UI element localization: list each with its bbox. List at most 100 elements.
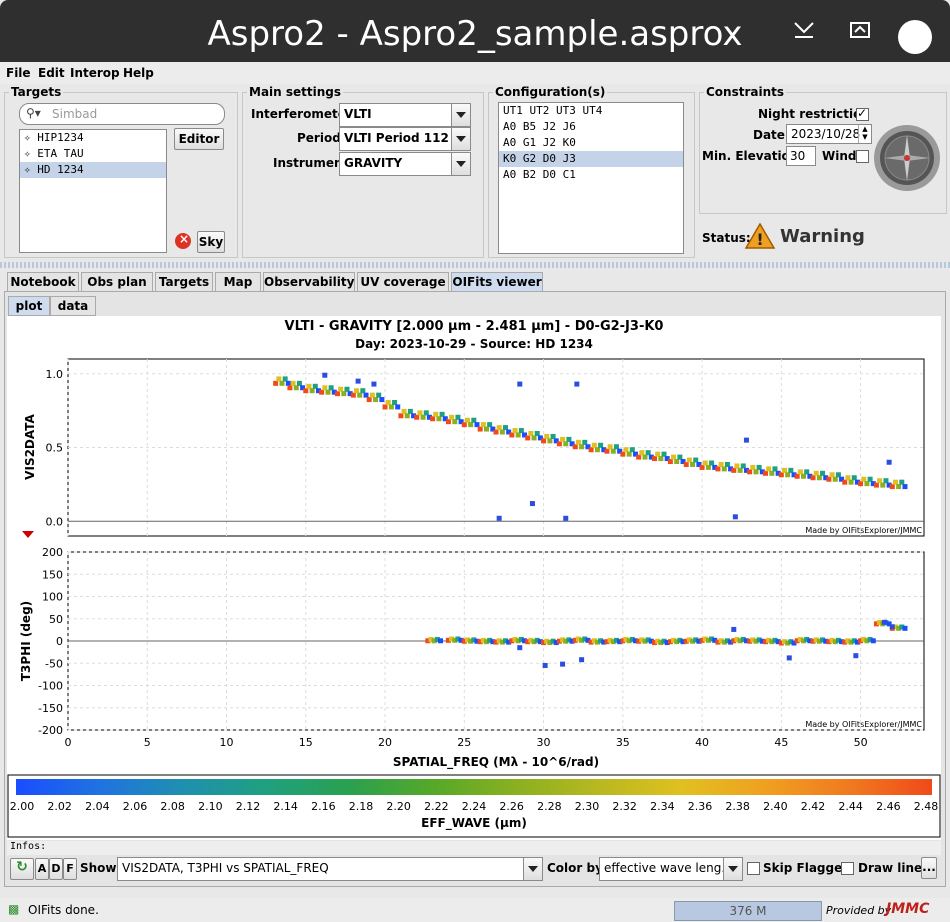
refresh-button[interactable]: ↻ <box>10 858 34 880</box>
chart-subtitle: Day: 2023-10-29 - Source: HD 1234 <box>355 337 593 351</box>
configurations-title: Configuration(s) <box>493 85 608 99</box>
infos-bar: Infos: <box>7 841 941 855</box>
more-options-button[interactable]: ... <box>921 857 937 879</box>
f-button[interactable]: F <box>63 858 77 880</box>
period-select[interactable]: VLTI Period 112 <box>339 127 471 151</box>
main-settings-group: Main settings Interferometer VLTI Period… <box>242 85 484 258</box>
refresh-icon: ↻ <box>16 859 28 875</box>
color-by-value: effective wave leng... <box>604 861 733 875</box>
tab-uv-coverage[interactable]: UV coverage <box>357 272 449 292</box>
list-item[interactable]: UT1 UT2 UT3 UT4 <box>499 103 683 119</box>
show-select[interactable]: VIS2DATA, T3PHI vs SPATIAL_FREQ <box>117 857 543 881</box>
main-settings-title: Main settings <box>247 85 344 99</box>
skip-flagged-label: Skip Flagged <box>763 861 851 875</box>
period-label: Period <box>297 131 341 145</box>
memory-indicator[interactable]: 376 M <box>674 901 822 921</box>
target-name: HIP1234 <box>37 131 84 144</box>
status-icon: ▩ <box>8 902 20 916</box>
instrument-select[interactable]: GRAVITY <box>339 152 471 176</box>
night-restriction-checkbox[interactable]: ✓ <box>856 106 869 121</box>
plot-area: VLTI - GRAVITY [2.000 µm - 2.481 µm] - D… <box>7 316 941 840</box>
spinner-arrows-icon[interactable]: ▲ ▼ <box>858 125 871 143</box>
targets-group: Targets ⚲▾ Simbad ✧ HIP1234 ✧ ETA TAU ✧ … <box>4 85 238 258</box>
date-spinner[interactable]: 2023/10/28 ▲ ▼ <box>786 124 872 144</box>
period-value: VLTI Period 112 <box>344 131 449 145</box>
compass-icon[interactable] <box>872 123 942 193</box>
chart-title: VLTI - GRAVITY [2.000 µm - 2.481 µm] - D… <box>284 319 664 334</box>
min-elevation-value: 30 <box>790 149 806 163</box>
search-icon: ⚲▾ <box>26 106 41 120</box>
configurations-list[interactable]: UT1 UT2 UT3 UT4 A0 B5 J2 J6 A0 G1 J2 K0 … <box>498 102 684 254</box>
tab-notebook[interactable]: Notebook <box>7 272 79 292</box>
skip-flagged-checkbox[interactable] <box>747 862 760 875</box>
list-item[interactable]: ✧ ETA TAU <box>20 146 166 162</box>
jmmc-logo: JMMC <box>886 901 930 917</box>
status-message: OIFits done. <box>28 903 99 917</box>
list-item[interactable]: ✧ HD 1234 <box>20 162 166 178</box>
instrument-value: GRAVITY <box>344 156 403 170</box>
target-name: ETA TAU <box>37 147 84 160</box>
warning-icon: ! <box>744 222 776 250</box>
show-value: VIS2DATA, T3PHI vs SPATIAL_FREQ <box>122 861 329 875</box>
split-divider[interactable] <box>0 262 950 268</box>
list-item[interactable]: K0 G2 D0 J3 <box>499 151 683 167</box>
interferometer-select[interactable]: VLTI <box>339 103 471 127</box>
night-restriction-label: Night restriction <box>758 107 870 121</box>
wind-checkbox[interactable] <box>856 150 869 163</box>
constraints-group: Constraints Night restriction ✓ Date 202… <box>699 85 947 214</box>
chevron-down-icon <box>451 128 470 150</box>
wind-label: Wind <box>822 149 857 163</box>
subtab-plot[interactable]: plot <box>8 296 50 316</box>
interferometer-value: VLTI <box>344 107 372 121</box>
chevron-down-icon <box>451 153 470 175</box>
draw-lines-checkbox[interactable] <box>841 862 854 875</box>
list-item[interactable]: A0 G1 J2 K0 <box>499 135 683 151</box>
show-label: Show: <box>80 861 122 875</box>
remove-target-icon[interactable]: × <box>175 232 191 249</box>
color-by-select[interactable]: effective wave leng... <box>599 857 743 881</box>
targets-list[interactable]: ✧ HIP1234 ✧ ETA TAU ✧ HD 1234 <box>19 129 167 253</box>
restore-icon[interactable] <box>848 20 872 45</box>
subtab-data[interactable]: data <box>50 296 96 316</box>
window-titlebar: Aspro2 - Aspro2_sample.asprox <box>0 0 950 62</box>
menu-file[interactable]: File <box>6 66 31 80</box>
date-value: 2023/10/28 <box>791 127 861 141</box>
configurations-group: Configuration(s) UT1 UT2 UT3 UT4 A0 B5 J… <box>488 85 695 258</box>
tab-observability[interactable]: Observability <box>263 272 355 292</box>
simbad-search[interactable]: ⚲▾ Simbad <box>19 103 225 125</box>
min-elevation-field[interactable]: 30 <box>786 146 816 166</box>
list-item[interactable]: A0 B2 D0 C1 <box>499 167 683 183</box>
menu-interop[interactable]: Interop <box>70 66 120 80</box>
tab-map[interactable]: Map <box>215 272 261 292</box>
a-button[interactable]: A <box>35 858 49 880</box>
plot-toolbar: ↻ A D F Show: VIS2DATA, T3PHI vs SPATIAL… <box>7 856 941 881</box>
instrument-label: Instrument <box>273 156 349 170</box>
colorbar-label: EFF_WAVE (µm) <box>421 816 527 830</box>
min-elevation-label: Min. Elevation <box>702 149 799 163</box>
chevron-down-icon <box>451 104 470 126</box>
list-item[interactable]: A0 B5 J2 J6 <box>499 119 683 135</box>
svg-text:!: ! <box>756 230 763 249</box>
d-button[interactable]: D <box>49 858 63 880</box>
list-item[interactable]: ✧ HIP1234 <box>20 130 166 146</box>
simbad-search-placeholder: Simbad <box>52 107 98 121</box>
menu-edit[interactable]: Edit <box>38 66 65 80</box>
chevron-down-icon <box>723 858 742 880</box>
status-bar: ▩ OIFits done. 376 M Provided by JMMC <box>0 898 950 922</box>
close-icon[interactable] <box>898 20 932 54</box>
status-value: Warning <box>780 226 865 247</box>
target-name: HD 1234 <box>37 163 84 176</box>
targets-group-title: Targets <box>9 85 64 99</box>
chevron-down-icon <box>523 858 542 880</box>
constraints-title: Constraints <box>704 85 787 99</box>
sky-button[interactable]: Sky <box>197 231 225 253</box>
editor-button[interactable]: Editor <box>174 128 224 150</box>
interferometer-label: Interferometer <box>251 107 352 121</box>
minimize-icon[interactable] <box>792 20 816 45</box>
infos-label: Infos: <box>10 841 47 852</box>
check-icon: ✓ <box>857 106 868 120</box>
tab-targets[interactable]: Targets <box>155 272 213 292</box>
tab-oifits-viewer[interactable]: OIFits viewer <box>451 272 543 292</box>
menu-help[interactable]: Help <box>123 66 154 80</box>
tab-obs-plan[interactable]: Obs plan <box>81 272 153 292</box>
